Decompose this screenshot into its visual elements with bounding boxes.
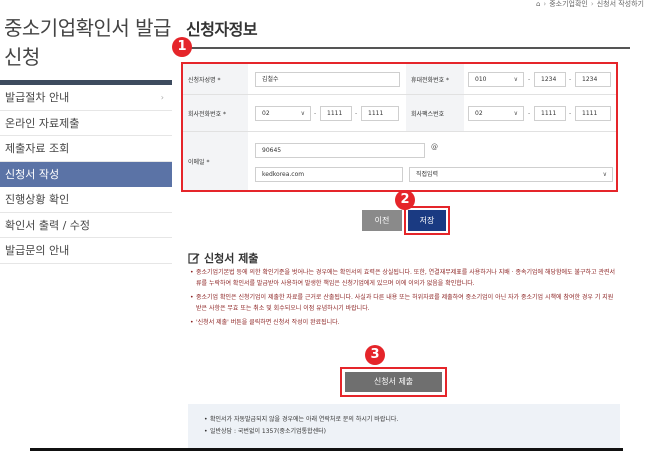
breadcrumb-separator: ›: [590, 0, 594, 8]
form-row-name-mobile: 신청자성명 * 김철수 휴대전화번호 * 010 ∨ - 1234 - 1234: [183, 64, 616, 95]
select-value: 010: [475, 76, 487, 83]
office-phone-middle-input[interactable]: 1111: [320, 106, 352, 121]
page: ⌂ › 중소기업확인 › 신청서 작성하기 중소기업확인서 발급신청 발급절차 …: [0, 0, 650, 451]
dash: -: [528, 76, 531, 83]
sidebar-item-online-submit[interactable]: 온라인 자료제출: [0, 111, 172, 136]
step-badge-3: 3: [365, 345, 385, 365]
info-item: 확인서가 자동발급되지 않을 경우에는 아래 연락처로 문의 하시기 바랍니다.: [204, 414, 620, 426]
fax-label: 회사팩스번호: [406, 95, 464, 131]
office-phone-prefix-select[interactable]: 02 ∨: [255, 106, 311, 121]
email-label: 이메일 *: [183, 132, 248, 190]
mobile-middle-input[interactable]: 1234: [534, 72, 566, 87]
dash: -: [569, 76, 572, 83]
applicant-name-input[interactable]: 김철수: [255, 72, 400, 87]
step-badge-1: 1: [172, 37, 192, 57]
submit-section-title: 신청서 제출: [188, 250, 258, 266]
chevron-down-icon: ∨: [513, 76, 518, 83]
select-value: 02: [475, 110, 483, 117]
fax-last-input[interactable]: 1111: [575, 106, 611, 121]
fax-prefix-select[interactable]: 02 ∨: [468, 106, 524, 121]
sidebar-item-progress-check[interactable]: 진행상황 확인: [0, 187, 172, 213]
mobile-last-input[interactable]: 1234: [575, 72, 611, 87]
sidebar-item-application-write[interactable]: 신청서 작성: [0, 161, 172, 187]
contact-info-box: 확인서가 자동발급되지 않을 경우에는 아래 연락처로 문의 하시기 바랍니다.…: [188, 404, 620, 451]
note-item: 중소기업기본법 등에 의한 확인기준을 벗어나는 경우에는 확인서의 효력은 상…: [190, 267, 620, 289]
note-item: 중소기업 확인은 신청기업이 제출한 자료를 근거로 산출됩니다. 사실과 다른…: [190, 292, 620, 314]
breadcrumb-current: 신청서 작성하기: [596, 0, 644, 8]
title-divider: [186, 47, 630, 49]
email-domain-select[interactable]: 직접입력 ∨: [409, 167, 613, 182]
dash: -: [528, 110, 531, 117]
sidebar-menu: 발급절차 안내 › 온라인 자료제출 제출자료 조회 신청서 작성 진행상황 확…: [0, 85, 172, 264]
prev-button[interactable]: 이전: [362, 210, 402, 231]
chevron-down-icon: ∨: [513, 110, 518, 117]
submit-notes: 중소기업기본법 등에 의한 확인기준을 벗어나는 경우에는 확인서의 효력은 상…: [190, 267, 620, 328]
breadcrumb-item[interactable]: 중소기업확인: [549, 0, 588, 8]
edit-icon: [188, 253, 200, 264]
email-domain-input[interactable]: kedkorea.com: [255, 167, 403, 182]
sidebar-item-label: 확인서 출력 / 수정: [5, 218, 91, 232]
fax-middle-input[interactable]: 1111: [534, 106, 566, 121]
form-row-phone-fax: 회사전화번호 * 02 ∨ - 1111 - 1111 회사팩스번호 02 ∨ - …: [183, 95, 616, 132]
info-item: 일반상담 : 국번없이 1357(중소기업통합센터): [204, 426, 620, 438]
home-icon[interactable]: ⌂: [536, 0, 540, 8]
office-phone-last-input[interactable]: 1111: [361, 106, 399, 121]
save-button-highlight: 저장: [404, 206, 450, 235]
mobile-prefix-select[interactable]: 010 ∨: [468, 72, 524, 87]
applicant-name-label: 신청자성명 *: [183, 64, 248, 94]
applicant-form: 신청자성명 * 김철수 휴대전화번호 * 010 ∨ - 1234 - 1234 …: [181, 62, 618, 192]
at-sign: @: [431, 143, 438, 151]
sidebar-item-print-edit[interactable]: 확인서 출력 / 수정: [0, 213, 172, 238]
breadcrumb: ⌂ › 중소기업확인 › 신청서 작성하기: [536, 0, 644, 8]
form-row-email: 이메일 * 90645 @ kedkorea.com 직접입력 ∨: [183, 132, 616, 190]
select-value: 직접입력: [416, 171, 439, 178]
sidebar-item-label: 발급절차 안내: [5, 91, 70, 104]
office-phone-label: 회사전화번호 *: [183, 95, 248, 131]
page-title: 신청자정보: [186, 20, 258, 39]
sidebar-item-label: 진행상황 확인: [5, 193, 70, 206]
section-title-text: 신청서 제출: [204, 252, 259, 265]
step-badge-2: 2: [395, 190, 415, 210]
submit-application-button[interactable]: 신청서 제출: [345, 372, 442, 392]
submit-button-highlight: 신청서 제출: [340, 367, 447, 397]
sidebar: 중소기업확인서 발급신청 발급절차 안내 › 온라인 자료제출 제출자료 조회 …: [0, 0, 176, 451]
dash: -: [314, 110, 317, 117]
email-local-input[interactable]: 90645: [255, 143, 425, 158]
sidebar-item-submission-lookup[interactable]: 제출자료 조회: [0, 136, 172, 162]
sidebar-item-label: 온라인 자료제출: [5, 116, 80, 130]
chevron-right-icon: ›: [160, 93, 164, 102]
sidebar-item-label: 신청서 작성: [5, 167, 60, 181]
sidebar-item-process-guide[interactable]: 발급절차 안내 ›: [0, 85, 172, 111]
sidebar-item-inquiry-guide[interactable]: 발급문의 안내: [0, 238, 172, 264]
dash: -: [355, 110, 358, 117]
dash: -: [569, 110, 572, 117]
select-value: 02: [262, 110, 270, 117]
breadcrumb-separator: ›: [543, 0, 547, 8]
sidebar-title: 중소기업확인서 발급신청: [4, 16, 171, 69]
chevron-down-icon: ∨: [300, 110, 305, 117]
note-item: '신청서 제출' 버튼을 클릭하면 신청서 작성이 완료됩니다.: [190, 317, 620, 328]
mobile-label: 휴대전화번호 *: [406, 64, 464, 94]
save-button[interactable]: 저장: [408, 210, 446, 231]
sidebar-item-label: 제출자료 조회: [5, 142, 70, 155]
sidebar-item-label: 발급문의 안내: [5, 244, 70, 257]
chevron-down-icon: ∨: [602, 171, 607, 178]
